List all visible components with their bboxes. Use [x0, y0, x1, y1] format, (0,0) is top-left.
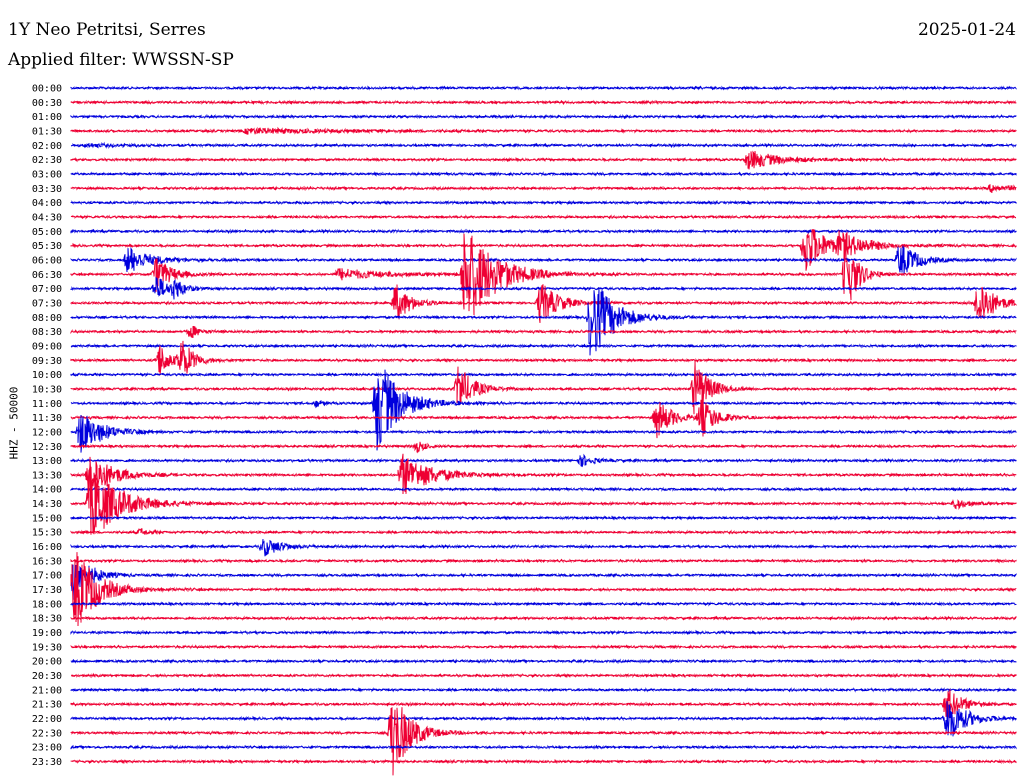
trace-label: 18:30	[32, 614, 62, 625]
seismic-trace	[70, 615, 1017, 622]
trace-label: 15:00	[32, 513, 62, 524]
trace-label: 00:00	[32, 84, 62, 95]
seismic-trace	[70, 99, 1017, 106]
trace-label: 06:00	[32, 255, 62, 266]
seismic-trace	[70, 214, 1017, 220]
trace-label: 17:00	[32, 571, 62, 582]
trace-label: 03:30	[32, 184, 62, 195]
seismic-trace	[70, 126, 1017, 135]
seismic-trace	[70, 453, 1017, 468]
seismic-trace	[70, 343, 1017, 349]
trace-label: 10:30	[32, 384, 62, 395]
trace-label: 09:30	[32, 356, 62, 367]
trace-label: 03:00	[32, 169, 62, 180]
trace-label: 15:30	[32, 528, 62, 539]
trace-label: 07:30	[32, 298, 62, 309]
seismogram-plot: 00:00 00:30 01:00 01:30 02:00 02:30 03:00 03:30…	[32, 84, 1017, 776]
seismic-trace	[70, 539, 1017, 557]
trace-label: 21:00	[32, 685, 62, 696]
trace-label: 04:30	[32, 212, 62, 223]
seismic-trace	[70, 672, 1017, 679]
trace-label: 20:00	[32, 657, 62, 668]
seismic-trace	[70, 486, 1017, 492]
trace-label: 18:00	[32, 599, 62, 610]
seismic-trace	[70, 644, 1017, 650]
trace-label: 08:00	[32, 313, 62, 324]
seismic-trace	[70, 658, 1017, 665]
seismic-trace	[70, 629, 1017, 636]
trace-label: 11:00	[32, 399, 62, 410]
seismic-trace	[70, 85, 1017, 91]
seismic-trace	[70, 141, 1017, 150]
trace-label: 01:00	[32, 112, 62, 123]
trace-label: 20:30	[32, 671, 62, 682]
seismic-trace	[70, 601, 1017, 607]
seismic-trace	[70, 360, 1017, 415]
seismic-trace	[70, 199, 1017, 206]
trace-label: 14:30	[32, 499, 62, 510]
seismic-trace	[70, 441, 1017, 454]
trace-label: 22:30	[32, 728, 62, 739]
trace-label: 13:00	[32, 456, 62, 467]
seismic-trace	[70, 113, 1017, 120]
seismic-trace	[70, 528, 1017, 536]
seismic-trace	[70, 687, 1017, 693]
trace-label: 19:30	[32, 642, 62, 653]
trace-label: 16:00	[32, 542, 62, 553]
seismic-trace	[70, 229, 1017, 271]
trace-label: 23:00	[32, 743, 62, 754]
trace-label: 01:30	[32, 126, 62, 137]
trace-label: 06:30	[32, 270, 62, 281]
seismic-trace	[70, 707, 1017, 776]
trace-label: 16:30	[32, 556, 62, 567]
seismic-trace	[70, 744, 1017, 751]
trace-label: 17:30	[32, 585, 62, 596]
trace-label: 09:00	[32, 341, 62, 352]
seismic-trace	[70, 515, 1017, 521]
trace-label: 00:30	[32, 98, 62, 109]
trace-label: 04:00	[32, 198, 62, 209]
seismic-trace	[70, 371, 1017, 378]
seismic-trace	[70, 245, 1017, 274]
trace-label: 23:30	[32, 757, 62, 768]
seismic-trace	[70, 558, 1017, 564]
trace-label: 12:00	[32, 427, 62, 438]
trace-label: 05:30	[32, 241, 62, 252]
trace-label: 07:00	[32, 284, 62, 295]
seismic-trace	[70, 325, 1017, 338]
seismic-trace	[70, 689, 1017, 721]
trace-label: 21:30	[32, 700, 62, 711]
trace-label: 10:00	[32, 370, 62, 381]
trace-label: 08:30	[32, 327, 62, 338]
trace-label: 13:30	[32, 470, 62, 481]
trace-label: 12:30	[32, 442, 62, 453]
seismic-trace	[70, 171, 1017, 177]
trace-label: 19:00	[32, 628, 62, 639]
seismic-trace	[70, 552, 1017, 627]
seismic-trace	[70, 564, 1017, 600]
seismic-trace	[70, 758, 1017, 765]
seismic-trace	[70, 369, 1017, 451]
trace-label: 02:00	[32, 141, 62, 152]
seismic-trace	[70, 150, 1017, 170]
seismic-trace	[70, 228, 1017, 235]
trace-label: 05:00	[32, 227, 62, 238]
seismic-trace	[70, 184, 1017, 193]
trace-label: 22:00	[32, 714, 62, 725]
trace-label: 11:30	[32, 413, 62, 424]
trace-label: 14:00	[32, 485, 62, 496]
trace-label: 02:30	[32, 155, 62, 166]
